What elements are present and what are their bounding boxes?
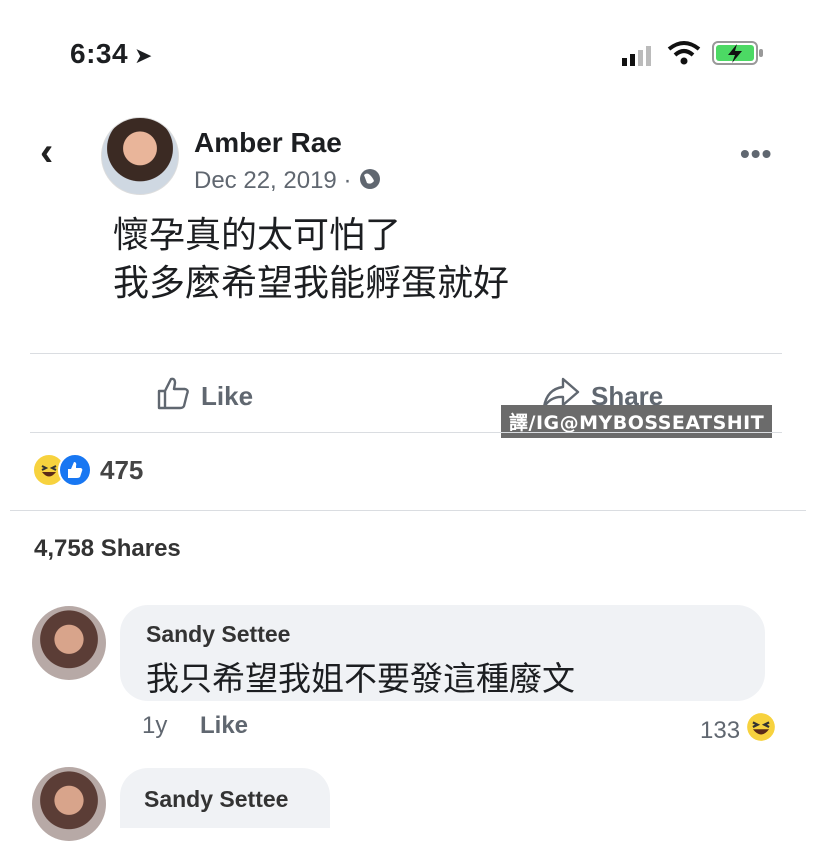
commenter-avatar[interactable] [32, 767, 106, 841]
divider [10, 510, 806, 511]
post-text: 懷孕真的太可怕了 我多麼希望我能孵蛋就好 [113, 212, 509, 308]
reaction-summary[interactable]: 475 [32, 453, 143, 487]
battery-charging-icon [712, 40, 764, 71]
commenter-avatar[interactable] [32, 606, 106, 680]
author-avatar[interactable] [101, 117, 179, 195]
like-button[interactable]: Like [155, 375, 253, 418]
wifi-icon [667, 40, 701, 71]
watermark: 譯/IG@MYBOSSEATSHIT [501, 405, 773, 438]
commenter-name[interactable]: Sandy Settee [120, 768, 330, 813]
comment-age: 1y [142, 712, 168, 739]
comment-text: 我只希望我姐不要發這種廢文 [146, 659, 575, 698]
commenter-name[interactable]: Sandy Settee [146, 621, 765, 648]
reaction-count: 475 [100, 454, 144, 485]
back-button[interactable]: ‹ [40, 132, 53, 172]
comment-reactions[interactable]: 133 [700, 712, 776, 749]
post-text-line: 我多麼希望我能孵蛋就好 [113, 263, 510, 304]
cellular-signal-icon [622, 46, 656, 71]
location-arrow-icon: ➤ [134, 43, 153, 68]
post-date[interactable]: Dec 22, 2019 · [194, 167, 382, 198]
comment-bubble: Sandy Settee 我只希望我姐不要發這種廢文 [120, 605, 765, 701]
post-text-line: 懷孕真的太可怕了 [113, 215, 402, 256]
divider [30, 432, 782, 433]
comment-reaction-count: 133 [700, 716, 741, 744]
globe-icon [358, 167, 382, 198]
like-label: Like [201, 381, 254, 411]
comment-bubble: Sandy Settee [120, 768, 330, 828]
author-name[interactable]: Amber Rae [194, 127, 342, 159]
shares-count[interactable]: 4,758 Shares [34, 535, 181, 563]
like-icon [58, 453, 92, 487]
divider [30, 353, 782, 354]
status-time: 6:34 ➤ [70, 38, 153, 69]
haha-icon [746, 712, 776, 749]
thumbs-up-icon [155, 375, 191, 418]
more-options-button[interactable]: ••• [740, 138, 772, 170]
comment-like-button[interactable]: Like [200, 712, 248, 740]
